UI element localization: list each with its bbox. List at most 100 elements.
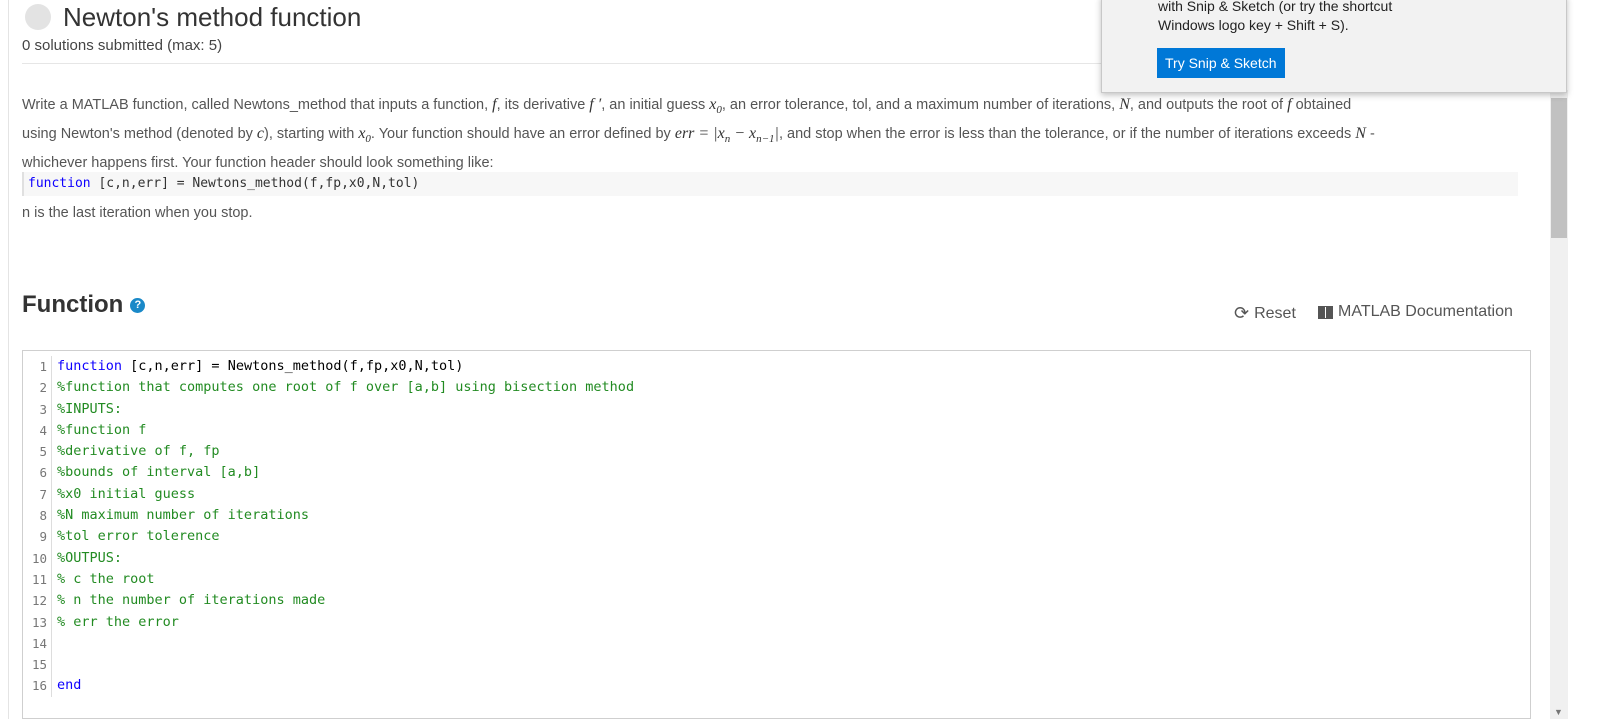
math-fprime: f ′ (589, 96, 602, 113)
desc-text: using Newton's method (denoted by (22, 126, 253, 143)
page-left-border (0, 0, 9, 719)
line-text[interactable]: %N maximum number of iterations (52, 505, 309, 526)
line-text[interactable]: % n the number of iterations made (52, 590, 325, 611)
iteration-note: n is the last iteration when you stop. (22, 205, 253, 221)
function-heading: Function ? (22, 291, 146, 319)
scroll-down-arrow-icon[interactable]: ▼ (1554, 707, 1563, 717)
code-comment: % n the number of iterations made (57, 592, 326, 609)
line-text[interactable]: % c the root (52, 569, 155, 590)
line-number: 5 (23, 441, 52, 463)
desc-text: - (1369, 126, 1375, 143)
math-x0: x0 (358, 125, 371, 145)
notification-line: Windows logo key + Shift + S). (1158, 17, 1349, 33)
line-number: 9 (23, 526, 52, 548)
code-keyword: function (57, 358, 123, 374)
editor-line[interactable]: 3 %INPUTS: (23, 398, 1530, 420)
editor-line[interactable]: 16 end (23, 675, 1530, 697)
line-text[interactable]: %function f (52, 420, 146, 441)
documentation-label: MATLAB Documentation (1338, 303, 1513, 320)
line-number: 15 (23, 654, 52, 676)
reset-label: Reset (1254, 304, 1296, 322)
editor-line[interactable]: 6 %bounds of interval [a,b] (23, 462, 1530, 484)
editor-line[interactable]: 14 (23, 632, 1530, 655)
line-text[interactable]: %function that computes one root of f ov… (52, 377, 634, 398)
editor-line[interactable]: 12 % n the number of iterations made (23, 590, 1530, 612)
notification-line: with Snip & Sketch (or try the shortcut (1158, 0, 1393, 14)
line-text[interactable] (52, 654, 57, 675)
line-number: 10 (23, 547, 52, 569)
line-text[interactable] (52, 633, 57, 654)
status-circle-icon (25, 4, 51, 30)
line-text[interactable]: %INPUTS: (52, 399, 122, 420)
scrollbar-thumb[interactable] (1551, 98, 1567, 238)
code-comment: %derivative of f, fp (57, 443, 220, 460)
math-c: c (256, 125, 265, 143)
code-comment: %bounds of interval [a,b] (57, 464, 261, 481)
reset-button[interactable]: ⟳ Reset (1234, 303, 1296, 324)
editor-line[interactable]: 15 (23, 654, 1530, 676)
editor-line[interactable]: 7 %x0 initial guess (23, 483, 1530, 506)
code-comment: % err the error (57, 613, 179, 630)
code-editor[interactable]: 1 function [c,n,err] = Newtons_method(f,f… (22, 350, 1531, 719)
editor-line[interactable]: 5 %derivative of f, fp (23, 441, 1530, 463)
code-comment: %tol error tolerence (57, 528, 220, 545)
matlab-documentation-link[interactable]: MATLAB Documentation (1318, 303, 1513, 321)
notification-text: with Snip & Sketch (or try the shortcut … (1158, 0, 1392, 35)
code-text: [c,n,err] = Newtons_method(f,fp,x0,N,tol… (122, 358, 464, 374)
problem-header: Newton's method function (25, 0, 361, 34)
desc-text: , an initial guess (601, 97, 706, 113)
line-number: 13 (23, 611, 52, 633)
line-text[interactable]: %tol error tolerence (52, 526, 220, 547)
desc-text: Write a MATLAB function, called Newtons_… (22, 97, 489, 113)
help-icon[interactable]: ? (130, 297, 146, 313)
code-text: [c,n,err] = Newtons_method(f,fp,x0,N,tol… (90, 176, 420, 191)
code-keyword: function (28, 176, 91, 191)
code-comment: %function that computes one root of f ov… (57, 379, 635, 396)
desc-text: , an error tolerance, tol, and a maximum… (721, 97, 1116, 113)
code-keyword: end (57, 677, 82, 694)
math-sub: n−1 (756, 133, 775, 146)
line-number: 12 (23, 590, 52, 612)
desc-text: , and outputs the root of (1129, 97, 1284, 113)
editor-line[interactable]: 1 function [c,n,err] = Newtons_method(f,f… (23, 356, 1530, 378)
line-number: 1 (23, 356, 52, 378)
code-comment: % c the root (57, 570, 155, 587)
editor-line[interactable]: 11 % c the root (23, 568, 1530, 591)
line-number: 7 (23, 483, 52, 506)
function-heading-text: Function (22, 291, 124, 318)
desc-text: , and stop when the error is less than t… (778, 126, 1352, 143)
line-text[interactable]: %bounds of interval [a,b] (52, 462, 260, 483)
line-text[interactable]: end (52, 675, 81, 696)
line-number: 6 (23, 462, 52, 484)
problem-description: Write a MATLAB function, called Newtons_… (22, 93, 1512, 175)
editor-body[interactable]: 1 function [c,n,err] = Newtons_method(f,f… (23, 351, 1530, 697)
code-comment: %function f (57, 421, 147, 438)
desc-text: whichever happens first. Your function h… (22, 155, 494, 172)
editor-line[interactable]: 13 % err the error (23, 611, 1530, 633)
math-err: err = |x (674, 125, 725, 143)
desc-text: . Your function should have an error def… (370, 126, 671, 143)
editor-line[interactable]: 4 %function f (23, 419, 1530, 442)
reset-icon: ⟳ (1234, 303, 1250, 323)
page-scrollbar[interactable]: ▼ (1550, 90, 1568, 719)
line-text[interactable]: %x0 initial guess (52, 484, 195, 505)
function-header-example: function [c,n,err] = Newtons_method(f,fp… (22, 172, 1518, 196)
line-text[interactable]: function [c,n,err] = Newtons_method(f,fp… (52, 356, 463, 377)
line-text[interactable]: % err the error (52, 612, 179, 633)
code-comment: %N maximum number of iterations (57, 507, 309, 524)
editor-line[interactable]: 8 %N maximum number of iterations (23, 505, 1530, 527)
try-snip-sketch-button[interactable]: Try Snip & Sketch (1157, 48, 1285, 78)
snip-sketch-notification: with Snip & Sketch (or try the shortcut … (1101, 0, 1567, 93)
math-N: N (1119, 96, 1130, 113)
math-N: N (1355, 125, 1366, 143)
line-text[interactable]: %OUTPUS: (52, 548, 122, 569)
editor-line[interactable]: 10 %OUTPUS: (23, 547, 1530, 569)
math-error-definition: err = |xn − xn−1| (674, 125, 779, 146)
editor-line[interactable]: 9 %tol error tolerence (23, 526, 1530, 548)
header-divider (22, 63, 1162, 64)
desc-text: obtained (1295, 97, 1352, 113)
line-text[interactable]: %derivative of f, fp (52, 441, 220, 462)
editor-line[interactable]: 2 %function that computes one root of f o… (23, 377, 1530, 399)
submission-count: 0 solutions submitted (max: 5) (22, 37, 223, 54)
line-number: 2 (23, 377, 52, 399)
